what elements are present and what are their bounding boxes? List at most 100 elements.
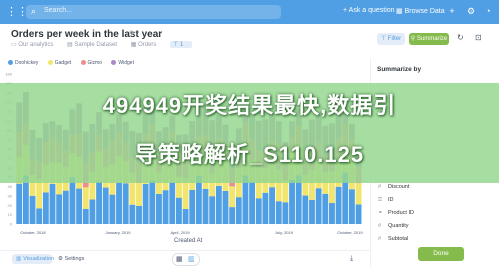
number-icon: # <box>378 184 382 190</box>
bar-segment[interactable] <box>289 179 295 224</box>
bar-segment[interactable] <box>136 205 142 224</box>
edit-pencil-icon[interactable]: ✎ <box>129 29 136 38</box>
bar-segment[interactable] <box>89 199 96 224</box>
bar-segment[interactable] <box>335 186 342 224</box>
bar-segment[interactable] <box>29 195 36 224</box>
filter-button[interactable]: ⊤ Filter <box>377 33 405 45</box>
add-icon[interactable]: + <box>446 5 458 17</box>
y-tick-label: 160 <box>5 72 12 77</box>
y-tick-label: 40 <box>8 184 13 189</box>
settings-gear-icon[interactable]: ⚙ <box>465 5 477 17</box>
bar-segment[interactable] <box>215 185 222 224</box>
sidebar-field-subtotal[interactable]: Subtotal <box>388 236 408 242</box>
sidebar-title: Summarize by <box>377 66 422 73</box>
bar-segment[interactable] <box>122 183 129 224</box>
download-icon[interactable]: ⤓ <box>350 254 353 264</box>
filter-count-badge[interactable]: ⊤ 1 <box>170 41 193 48</box>
bar-segment[interactable] <box>36 208 43 224</box>
chart-icon: ▥ <box>16 256 22 262</box>
bar-segment[interactable] <box>96 181 102 224</box>
bar-segment[interactable] <box>129 204 136 224</box>
bar-segment[interactable] <box>142 183 149 224</box>
bar-segment[interactable] <box>222 190 229 224</box>
summarize-button[interactable]: ⚲ Summarize <box>409 33 449 45</box>
sidebar-field-discount[interactable]: Discount <box>388 184 409 190</box>
search-bar[interactable]: ⌕ Search... <box>26 5 281 19</box>
y-tick-label: 20 <box>8 203 13 208</box>
bar-segment[interactable] <box>255 198 262 224</box>
breadcrumb-database[interactable]: ▤ Sample Dataset <box>67 42 123 48</box>
bar-segment[interactable] <box>156 193 162 224</box>
table-icon[interactable]: ▦ <box>176 254 183 265</box>
sidebar-field-product-id[interactable]: Product ID <box>388 210 414 216</box>
settings-button[interactable]: ⚙ Settings <box>58 254 84 264</box>
bar-segment[interactable] <box>282 202 289 224</box>
bar-segment[interactable] <box>76 188 83 224</box>
visualization-button[interactable]: ▥ Visualization <box>12 254 54 264</box>
x-tick-label: April, 2019 <box>170 230 190 235</box>
bar-segment[interactable] <box>202 188 209 224</box>
sidebar-field-id[interactable]: ID <box>388 197 394 203</box>
bar-segment[interactable] <box>229 207 236 224</box>
breadcrumb: ▭ Our analytics ▤ Sample Dataset ▦ Order… <box>11 41 198 48</box>
bar-segment[interactable] <box>322 193 329 224</box>
bar-segment[interactable] <box>175 197 182 224</box>
bar-segment[interactable] <box>62 190 69 224</box>
bar-segment[interactable] <box>355 183 362 205</box>
table-chart-toggle[interactable]: ▦ ▥ <box>172 253 200 266</box>
bar-segment[interactable] <box>269 187 275 224</box>
banner-text-line-2: 导策略解析_S110.125 <box>134 142 365 167</box>
bar-segment[interactable] <box>16 183 23 224</box>
browse-data-link[interactable]: ▦ Browse Data <box>396 7 445 15</box>
bar-segment[interactable] <box>116 182 122 224</box>
x-tick-label: October, 2019 <box>337 230 363 235</box>
bar-segment[interactable] <box>36 178 43 209</box>
y-tick-label: 0 <box>10 222 13 227</box>
bar-segment[interactable] <box>355 204 362 224</box>
bar-segment[interactable] <box>49 183 56 224</box>
info-icon[interactable]: ⊡ <box>475 33 482 42</box>
bar-segment[interactable] <box>169 182 176 224</box>
bar-segment[interactable] <box>329 203 335 224</box>
breadcrumb-collection[interactable]: ▭ Our analytics <box>11 42 59 48</box>
bar-segment[interactable] <box>42 192 49 224</box>
ask-question-link[interactable]: + Ask a question <box>343 7 395 14</box>
x-tick-label: July, 2019 <box>275 230 294 235</box>
bar-segment[interactable] <box>102 187 109 224</box>
question-title[interactable]: Orders per week in the last year <box>11 29 162 40</box>
bar-segment[interactable] <box>162 190 169 224</box>
bar-segment[interactable] <box>149 180 156 224</box>
bar-segment[interactable] <box>82 187 89 209</box>
bar-segment[interactable] <box>209 196 216 224</box>
x-tick-label: January, 2019 <box>105 230 131 235</box>
bar-segment[interactable] <box>109 194 116 224</box>
bar-segment[interactable] <box>56 194 63 224</box>
bar-segment[interactable] <box>69 176 76 224</box>
bar-segment[interactable] <box>235 197 242 224</box>
bar-segment[interactable] <box>136 182 142 206</box>
x-axis-label: Created At <box>174 238 203 244</box>
bar-chart-icon[interactable]: ▥ <box>188 254 195 265</box>
bar-segment[interactable] <box>302 195 309 224</box>
bar-segment[interactable] <box>189 189 196 224</box>
done-button[interactable]: Done <box>418 247 464 261</box>
bar-segment[interactable] <box>309 199 315 224</box>
y-tick-label: 30 <box>8 193 13 198</box>
refresh-icon[interactable]: ↻ <box>457 33 464 42</box>
banner-text-line-1: 494949开奖结果最快,数据引 <box>102 93 397 118</box>
bar-segment[interactable] <box>275 201 282 224</box>
number-icon: # <box>378 236 382 242</box>
bar-segment[interactable] <box>282 180 289 203</box>
bar-segment[interactable] <box>315 188 322 224</box>
bar-segment[interactable] <box>82 208 89 224</box>
metabase-logo-icon[interactable]: ⋮⋮ <box>6 6 28 18</box>
bar-segment[interactable] <box>348 189 355 224</box>
search-icon: ⌕ <box>31 6 37 16</box>
bar-segment[interactable] <box>229 186 236 208</box>
bar-segment[interactable] <box>249 181 256 224</box>
bar-segment[interactable] <box>182 208 189 224</box>
notifications-icon[interactable]: ◔ <box>482 5 494 17</box>
bar-segment[interactable] <box>262 192 269 224</box>
sidebar-field-quantity[interactable]: Quantity <box>388 223 408 229</box>
breadcrumb-table[interactable]: ▦ Orders <box>131 42 163 48</box>
